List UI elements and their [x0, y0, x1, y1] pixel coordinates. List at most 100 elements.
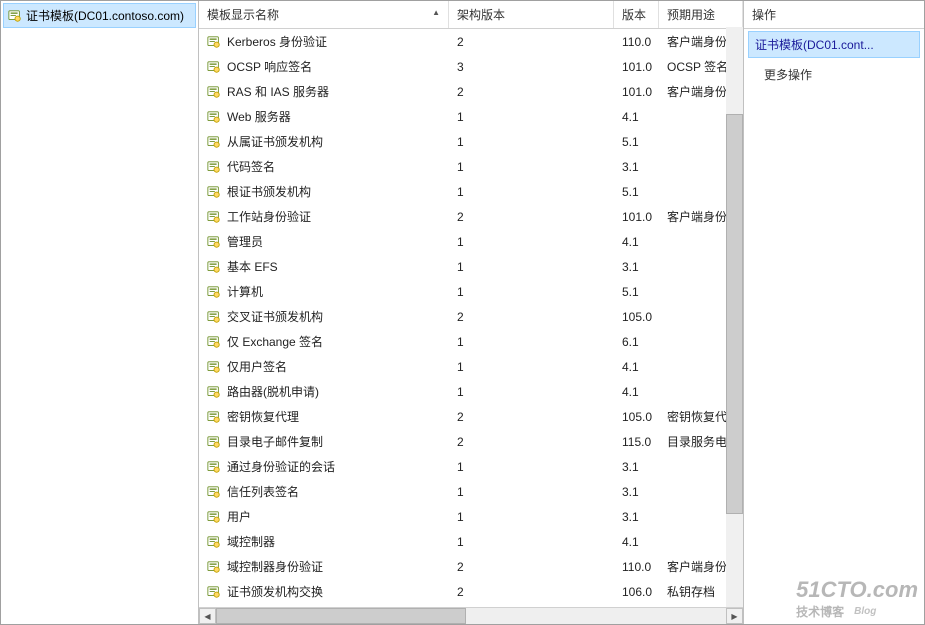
- cell-arch: 1: [449, 508, 614, 526]
- cell-version: 106.0: [614, 583, 659, 601]
- table-row[interactable]: Kerberos 身份验证2110.0客户端身份验证: [199, 29, 743, 54]
- table-row[interactable]: 基本 EFS13.1: [199, 254, 743, 279]
- certificate-icon: [207, 260, 221, 274]
- action-context-title[interactable]: 证书模板(DC01.cont...: [748, 31, 920, 58]
- tree-node-cert-templates[interactable]: 证书模板(DC01.contoso.com): [3, 3, 196, 28]
- cell-version: 3.1: [614, 483, 659, 501]
- table-row[interactable]: 目录电子邮件复制2115.0目录服务电子邮: [199, 429, 743, 454]
- table-row[interactable]: 路由器(脱机申请)14.1: [199, 379, 743, 404]
- cell-version: 105.0: [614, 408, 659, 426]
- tree-pane: 证书模板(DC01.contoso.com): [1, 1, 199, 624]
- cell-arch: 1: [449, 158, 614, 176]
- table-row[interactable]: Web 服务器14.1: [199, 104, 743, 129]
- certificate-icon: [207, 560, 221, 574]
- cell-name: 根证书颁发机构: [199, 181, 449, 202]
- hscroll-left-button[interactable]: ◀: [199, 608, 216, 624]
- action-more[interactable]: 更多操作: [744, 60, 924, 89]
- cell-version: 3.1: [614, 458, 659, 476]
- table-row[interactable]: 域控制器14.1: [199, 529, 743, 554]
- actions-header: 操作: [744, 1, 924, 29]
- app-window: 证书模板(DC01.contoso.com) 模板显示名称 架构版本 版本 预期…: [0, 0, 925, 625]
- cell-arch: 1: [449, 133, 614, 151]
- certificate-icon: [207, 535, 221, 549]
- cell-arch: 2: [449, 33, 614, 51]
- table-row[interactable]: 用户13.1: [199, 504, 743, 529]
- col-header-intended-use[interactable]: 预期用途: [659, 1, 743, 28]
- hscroll-right-button[interactable]: ▶: [726, 608, 743, 624]
- cell-version: 5.1: [614, 183, 659, 201]
- cell-arch: 1: [449, 458, 614, 476]
- cell-arch: 2: [449, 408, 614, 426]
- cell-name: Kerberos 身份验证: [199, 31, 449, 52]
- table-body: Kerberos 身份验证2110.0客户端身份验证OCSP 响应签名3101.…: [199, 29, 743, 607]
- content-pane: 模板显示名称 架构版本 版本 预期用途 Kerberos 身份验证2110.0客…: [199, 1, 744, 624]
- cell-name: 管理员: [199, 231, 449, 252]
- cell-version: 5.1: [614, 133, 659, 151]
- cell-name: 通过身份验证的会话: [199, 456, 449, 477]
- cell-arch: 1: [449, 358, 614, 376]
- table-row[interactable]: RAS 和 IAS 服务器2101.0客户端身份验证: [199, 79, 743, 104]
- table-row[interactable]: 从属证书颁发机构15.1: [199, 129, 743, 154]
- certificate-icon: [207, 385, 221, 399]
- table-header: 模板显示名称 架构版本 版本 预期用途: [199, 1, 743, 29]
- vscroll-track[interactable]: [726, 27, 743, 607]
- watermark-line1: 51CTO.com: [796, 577, 918, 603]
- hscroll-track[interactable]: [216, 608, 726, 624]
- cell-name: 计算机: [199, 281, 449, 302]
- table-row[interactable]: 证书颁发机构交换2106.0私钥存档: [199, 579, 743, 604]
- cell-name: 交叉证书颁发机构: [199, 306, 449, 327]
- cell-arch: 1: [449, 533, 614, 551]
- cell-arch: 1: [449, 233, 614, 251]
- col-header-version[interactable]: 版本: [614, 1, 659, 28]
- certificate-template-icon: [8, 9, 22, 23]
- cell-version: 110.0: [614, 33, 659, 51]
- table-row[interactable]: 计算机15.1: [199, 279, 743, 304]
- certificate-icon: [207, 485, 221, 499]
- certificate-icon: [207, 135, 221, 149]
- horizontal-scrollbar[interactable]: ◀ ▶: [199, 607, 743, 624]
- cell-arch: 3: [449, 58, 614, 76]
- certificate-icon: [207, 335, 221, 349]
- table-row[interactable]: 工作站身份验证2101.0客户端身份验证: [199, 204, 743, 229]
- hscroll-thumb[interactable]: [216, 608, 466, 624]
- certificate-icon: [207, 85, 221, 99]
- table-row[interactable]: 域控制器身份验证2110.0客户端身份验证: [199, 554, 743, 579]
- cell-name: 域控制器身份验证: [199, 556, 449, 577]
- certificate-icon: [207, 160, 221, 174]
- cell-version: 101.0: [614, 83, 659, 101]
- certificate-icon: [207, 360, 221, 374]
- certificate-icon: [207, 185, 221, 199]
- cell-version: 4.1: [614, 108, 659, 126]
- cell-name: 路由器(脱机申请): [199, 381, 449, 402]
- cell-name: 用户: [199, 506, 449, 527]
- cell-version: 5.1: [614, 283, 659, 301]
- cell-name: 证书颁发机构交换: [199, 581, 449, 602]
- table-row[interactable]: 仅用户签名14.1: [199, 354, 743, 379]
- cell-version: 101.0: [614, 58, 659, 76]
- certificate-icon: [207, 285, 221, 299]
- table-row[interactable]: 仅 Exchange 签名16.1: [199, 329, 743, 354]
- cell-name: 域控制器: [199, 531, 449, 552]
- table-row[interactable]: OCSP 响应签名3101.0OCSP 签名: [199, 54, 743, 79]
- col-header-name[interactable]: 模板显示名称: [199, 1, 449, 28]
- cell-version: 110.0: [614, 558, 659, 576]
- table-row[interactable]: 通过身份验证的会话13.1: [199, 454, 743, 479]
- table-row[interactable]: 交叉证书颁发机构2105.0: [199, 304, 743, 329]
- table-row[interactable]: 信任列表签名13.1: [199, 479, 743, 504]
- cell-name: 仅 Exchange 签名: [199, 331, 449, 352]
- cell-name: 代码签名: [199, 156, 449, 177]
- cell-name: 仅用户签名: [199, 356, 449, 377]
- certificate-icon: [207, 460, 221, 474]
- vscroll-thumb[interactable]: [726, 114, 743, 514]
- cell-arch: 2: [449, 208, 614, 226]
- table-row[interactable]: 代码签名13.1: [199, 154, 743, 179]
- table-row[interactable]: 根证书颁发机构15.1: [199, 179, 743, 204]
- cell-arch: 1: [449, 258, 614, 276]
- tree-node-label: 证书模板(DC01.contoso.com): [26, 7, 184, 24]
- table-row[interactable]: 密钥恢复代理2105.0密钥恢复代理: [199, 404, 743, 429]
- vertical-scrollbar[interactable]: [726, 27, 743, 607]
- certificate-icon: [207, 510, 221, 524]
- table-row[interactable]: 管理员14.1: [199, 229, 743, 254]
- col-header-arch[interactable]: 架构版本: [449, 1, 614, 28]
- cell-arch: 2: [449, 558, 614, 576]
